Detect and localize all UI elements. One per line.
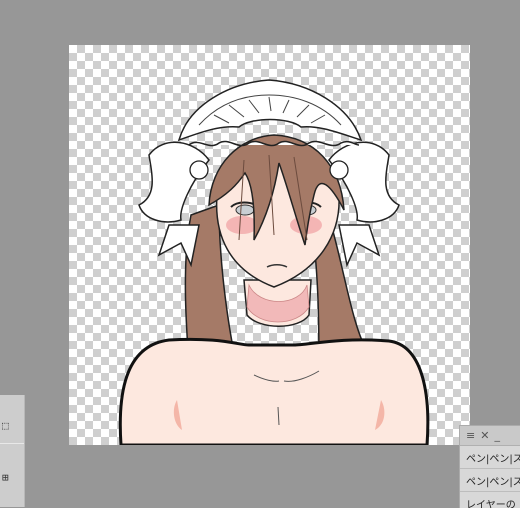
layer-row-label: ペン|ペン|ス (466, 450, 520, 465)
layer-row[interactable]: ペン|ペン|ス (460, 446, 520, 469)
close-icon[interactable]: ✕ (480, 429, 489, 442)
minimize-icon[interactable]: _ (494, 429, 500, 442)
layer-icon[interactable]: ⊞ (2, 471, 9, 484)
layer-row-label: ペン|ペン|ス (466, 473, 520, 488)
layer-row[interactable]: レイヤーの (460, 492, 520, 508)
selection-rect-icon[interactable]: ⬚ (2, 419, 9, 432)
menu-icon[interactable]: ≡ (466, 429, 475, 442)
layer-row[interactable]: ペン|ペン|ス (460, 469, 520, 492)
tool-palette: ⬚ ⊞ (0, 395, 25, 507)
artwork-illustration (69, 45, 470, 445)
layer-panel: ≡ ✕ _ ペン|ペン|ス ペン|ペン|ス レイヤーの (459, 425, 520, 508)
drawing-canvas[interactable] (69, 45, 470, 445)
palette-divider (0, 443, 24, 444)
layer-row-label: レイヤーの (466, 496, 516, 508)
panel-titlebar: ≡ ✕ _ (460, 426, 520, 446)
